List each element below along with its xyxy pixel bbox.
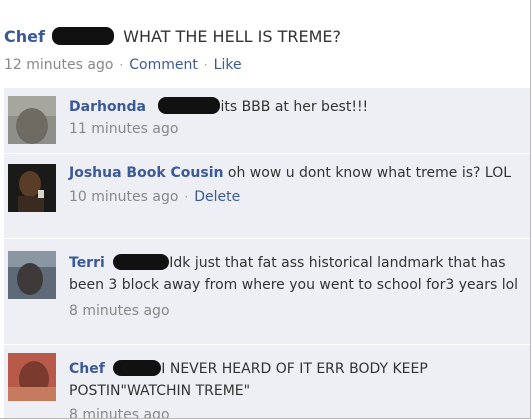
comment-body: Chef I NEVER HEARD OF IT ERR BODY KEEP P…	[69, 358, 523, 419]
comment-timestamp: 8 minutes ago	[69, 303, 170, 319]
comment-link[interactable]: Comment	[129, 57, 198, 73]
like-link[interactable]: Like	[214, 57, 242, 73]
comment-timestamp: 11 minutes ago	[69, 121, 179, 137]
comment-author-link[interactable]: Darhonda	[69, 99, 146, 115]
commenter-avatar[interactable]	[8, 164, 56, 212]
comment-item: Joshua Book Cousin oh wow u dont know wh…	[4, 154, 530, 238]
avatar-image	[8, 353, 56, 401]
commenter-avatar[interactable]	[8, 251, 56, 299]
avatar-image	[8, 96, 56, 144]
avatar-image	[8, 164, 56, 212]
comment-line: Terri Idk just that fat ass historical l…	[69, 252, 523, 296]
comment-body: Terri Idk just that fat ass historical l…	[69, 252, 523, 322]
comment-item: Chef I NEVER HEARD OF IT ERR BODY KEEP P…	[4, 345, 530, 419]
comment-author-link[interactable]: Chef	[69, 361, 105, 377]
comment-text: its BBB at her best!!!	[220, 99, 369, 115]
avatar-image	[8, 251, 56, 299]
post-meta: 12 minutes ago · Comment · Like	[4, 57, 242, 73]
redacted-surname	[113, 254, 170, 270]
comment-line: Darhonda its BBB at her best!!!	[69, 96, 523, 118]
status-post: Chef WHAT THE HELL IS TREME? 12 minutes …	[0, 0, 530, 88]
redacted-surname	[158, 97, 221, 114]
delete-link[interactable]: Delete	[194, 189, 240, 205]
commenter-avatar[interactable]	[8, 353, 56, 401]
commenter-avatar[interactable]	[8, 96, 56, 144]
comments-list: Darhonda its BBB at her best!!! 11 minut…	[4, 88, 530, 419]
redacted-surname	[52, 27, 115, 45]
comment-meta: 10 minutes ago · Delete	[69, 186, 523, 208]
comment-author-link[interactable]: Joshua Book Cousin	[69, 165, 223, 181]
post-text: WHAT THE HELL IS TREME?	[123, 27, 341, 46]
separator-dot: ·	[119, 58, 124, 72]
comment-line: Joshua Book Cousin oh wow u dont know wh…	[69, 162, 523, 184]
post-author-link[interactable]: Chef	[4, 27, 45, 46]
comment-text: oh wow u dont know what treme is? LOL	[227, 165, 512, 181]
separator-dot: ·	[203, 58, 208, 72]
comment-body: Darhonda its BBB at her best!!! 11 minut…	[69, 96, 523, 140]
redacted-surname	[113, 360, 162, 376]
comment-body: Joshua Book Cousin oh wow u dont know wh…	[69, 162, 523, 208]
comment-author-link[interactable]: Terri	[69, 255, 105, 271]
comment-line: Chef I NEVER HEARD OF IT ERR BODY KEEP P…	[69, 358, 523, 402]
facebook-post-screenshot: Chef WHAT THE HELL IS TREME? 12 minutes …	[0, 0, 531, 419]
comment-timestamp: 10 minutes ago	[69, 189, 179, 205]
separator-dot: ·	[184, 190, 189, 204]
comment-item: Darhonda its BBB at her best!!! 11 minut…	[4, 88, 530, 153]
comment-timestamp: 8 minutes ago	[69, 407, 170, 419]
comment-item: Terri Idk just that fat ass historical l…	[4, 239, 530, 344]
post-line: Chef WHAT THE HELL IS TREME?	[4, 27, 341, 46]
post-timestamp: 12 minutes ago	[4, 57, 114, 73]
